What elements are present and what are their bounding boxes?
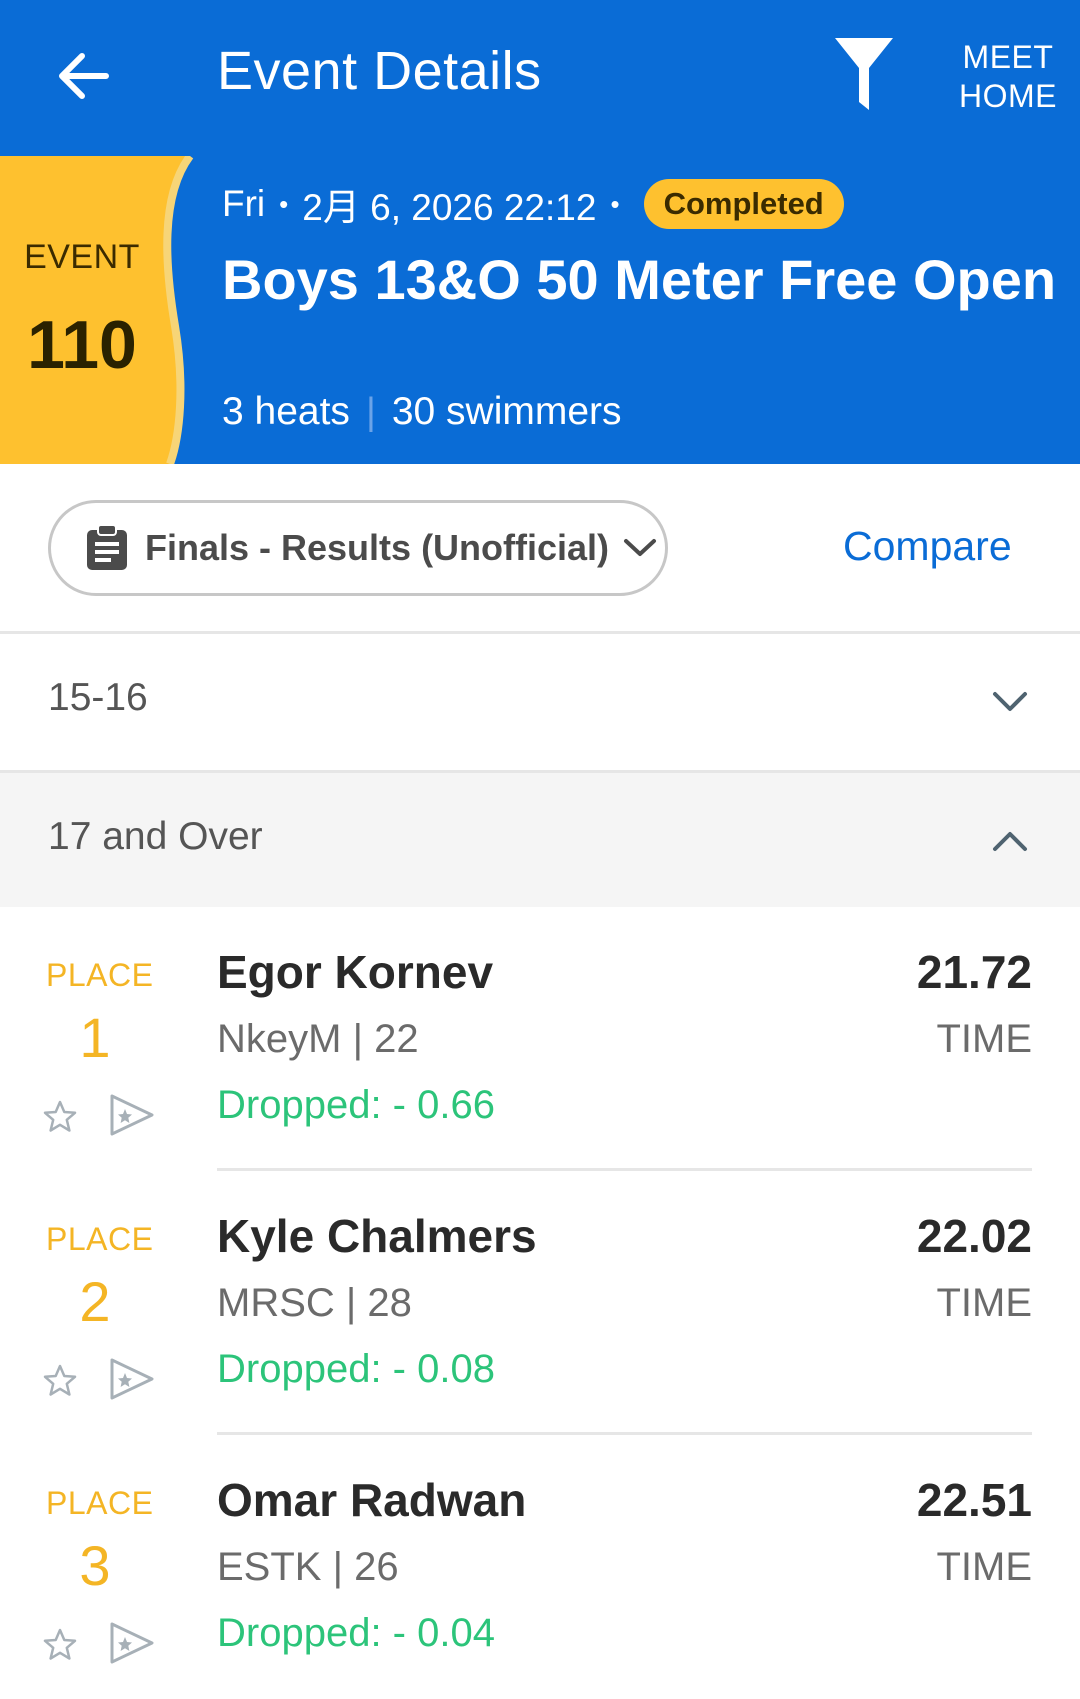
swimmer-name[interactable]: Egor Kornev bbox=[217, 945, 493, 999]
meet-home-button[interactable]: MEET HOME bbox=[950, 38, 1066, 116]
star-icon[interactable] bbox=[42, 1627, 78, 1663]
time-value: 21.72 bbox=[916, 946, 1032, 998]
age-group-17-and-over[interactable]: 17 and Over bbox=[0, 773, 1080, 907]
event-badge: EVENT 110 bbox=[0, 156, 200, 464]
star-icon[interactable] bbox=[42, 1363, 78, 1399]
time-label: TIME bbox=[936, 1281, 1032, 1325]
time-dropped: Dropped: - 0.04 bbox=[217, 1611, 495, 1655]
time-dropped: Dropped: - 0.66 bbox=[217, 1083, 495, 1127]
age-group-15-16[interactable]: 15-16 bbox=[0, 634, 1080, 770]
meet-home-line1: MEET bbox=[962, 39, 1054, 75]
team-age: MRSC | 28 bbox=[217, 1281, 412, 1325]
event-datetime: 2月 6, 2026 22:12 bbox=[302, 187, 597, 228]
chevron-down-icon bbox=[993, 692, 1027, 711]
separator-dot: • bbox=[279, 188, 289, 219]
time-dropped: Dropped: - 0.08 bbox=[217, 1347, 495, 1391]
app-bar: Event Details MEET HOME bbox=[0, 0, 1080, 156]
swimmers-count: 30 swimmers bbox=[391, 390, 622, 433]
event-label: EVENT bbox=[24, 238, 140, 276]
event-header: EVENT 110 Fri • 2月 6, 2026 22:12 • Compl… bbox=[0, 156, 1080, 464]
team-age: ESTK | 26 bbox=[217, 1545, 399, 1589]
clipboard-icon bbox=[87, 524, 127, 570]
result-row[interactable]: PLACE 2 Kyle Chalmers MRSC | 28 Dropped:… bbox=[0, 1171, 1080, 1435]
time-value: 22.02 bbox=[916, 1210, 1032, 1262]
swimmer-name[interactable]: Kyle Chalmers bbox=[217, 1209, 537, 1263]
star-icon[interactable] bbox=[42, 1099, 78, 1135]
place-label: PLACE bbox=[46, 1485, 154, 1521]
swimmer-name[interactable]: Omar Radwan bbox=[217, 1473, 526, 1527]
team-age: NkeyM | 22 bbox=[217, 1017, 419, 1061]
page-title: Event Details bbox=[217, 41, 542, 101]
chevron-down-icon bbox=[624, 539, 657, 556]
event-meta: Fri • 2月 6, 2026 22:12 • Completed bbox=[222, 178, 844, 230]
age-group-label: 17 and Over bbox=[48, 815, 263, 858]
share-icon[interactable] bbox=[108, 1621, 156, 1665]
round-dropdown[interactable]: Finals - Results (Unofficial) bbox=[48, 500, 668, 596]
place-number: 2 bbox=[79, 1270, 111, 1333]
result-row[interactable]: PLACE 1 Egor Kornev NkeyM | 22 Dropped: … bbox=[0, 907, 1080, 1171]
place-number: 3 bbox=[79, 1534, 111, 1597]
heats-count: 3 heats bbox=[222, 390, 350, 433]
event-counts: 3 heats | 30 swimmers bbox=[222, 390, 622, 434]
event-title: Boys 13&O 50 Meter Free Open bbox=[222, 248, 1057, 311]
filter-icon[interactable] bbox=[833, 36, 895, 112]
separator: | bbox=[365, 390, 376, 433]
result-row[interactable]: PLACE 3 Omar Radwan ESTK | 26 Dropped: -… bbox=[0, 1435, 1080, 1699]
meet-home-line2: HOME bbox=[959, 78, 1057, 114]
compare-link[interactable]: Compare bbox=[843, 523, 1012, 570]
share-icon[interactable] bbox=[108, 1357, 156, 1401]
round-label: Finals - Results (Unofficial) bbox=[145, 527, 610, 568]
event-day: Fri bbox=[222, 183, 266, 224]
chevron-up-icon bbox=[993, 832, 1027, 851]
time-label: TIME bbox=[936, 1017, 1032, 1061]
place-label: PLACE bbox=[46, 1221, 154, 1257]
event-number: 110 bbox=[27, 307, 137, 383]
place-label: PLACE bbox=[46, 957, 154, 993]
share-icon[interactable] bbox=[108, 1093, 156, 1137]
time-value: 22.51 bbox=[916, 1474, 1032, 1526]
place-number: 1 bbox=[79, 1006, 111, 1069]
separator-dot: • bbox=[610, 188, 620, 219]
time-label: TIME bbox=[936, 1545, 1032, 1589]
status-badge: Completed bbox=[643, 179, 844, 229]
back-arrow-icon[interactable] bbox=[52, 44, 116, 108]
age-group-label: 15-16 bbox=[48, 676, 148, 719]
